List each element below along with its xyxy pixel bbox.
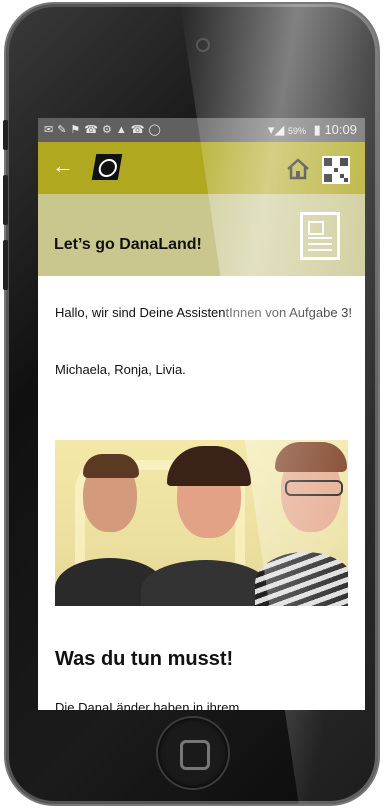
signal-icon: ▾◢	[267, 122, 285, 137]
team-photo	[55, 440, 348, 606]
phone-side-button	[3, 175, 8, 225]
status-bar: ✉✎⚑☎⚙▲☎◯ ▾◢ 59% ▮ 10:09	[38, 118, 365, 142]
page-title: Let’s go DanaLand!	[54, 236, 202, 253]
section-title: Was du tun musst!	[55, 648, 234, 670]
notification-icons: ✉✎⚑☎⚙▲☎◯	[44, 124, 165, 136]
battery-percent: 59%	[288, 126, 307, 136]
danaland-logo-icon	[91, 154, 123, 180]
intro-text: Hallo, wir sind Deine AssistentInnen von…	[55, 305, 353, 320]
assistant-names: Michaela, Ronja, Livia.	[55, 362, 186, 377]
phone-camera	[198, 40, 208, 50]
status-right: ▾◢ 59% ▮ 10:09	[268, 122, 357, 138]
app-screen: ✉✎⚑☎⚙▲☎◯ ▾◢ 59% ▮ 10:09 ← Let’s go DanaL…	[38, 118, 365, 710]
qr-code-icon[interactable]	[322, 156, 350, 184]
status-time: 10:09	[324, 122, 357, 137]
phone-home-button[interactable]	[158, 718, 228, 788]
section-text: Die DanaLänder haben in ihrem	[55, 700, 240, 710]
header-card: Let’s go DanaLand!	[38, 194, 365, 276]
arrow-left-icon[interactable]: ←	[52, 155, 74, 177]
document-icon	[300, 212, 340, 260]
phone-side-button	[3, 240, 8, 290]
home-icon[interactable]	[285, 156, 311, 182]
battery-icon: ▮	[313, 122, 321, 137]
app-bar: ←	[38, 142, 365, 194]
phone-side-button	[3, 120, 8, 150]
